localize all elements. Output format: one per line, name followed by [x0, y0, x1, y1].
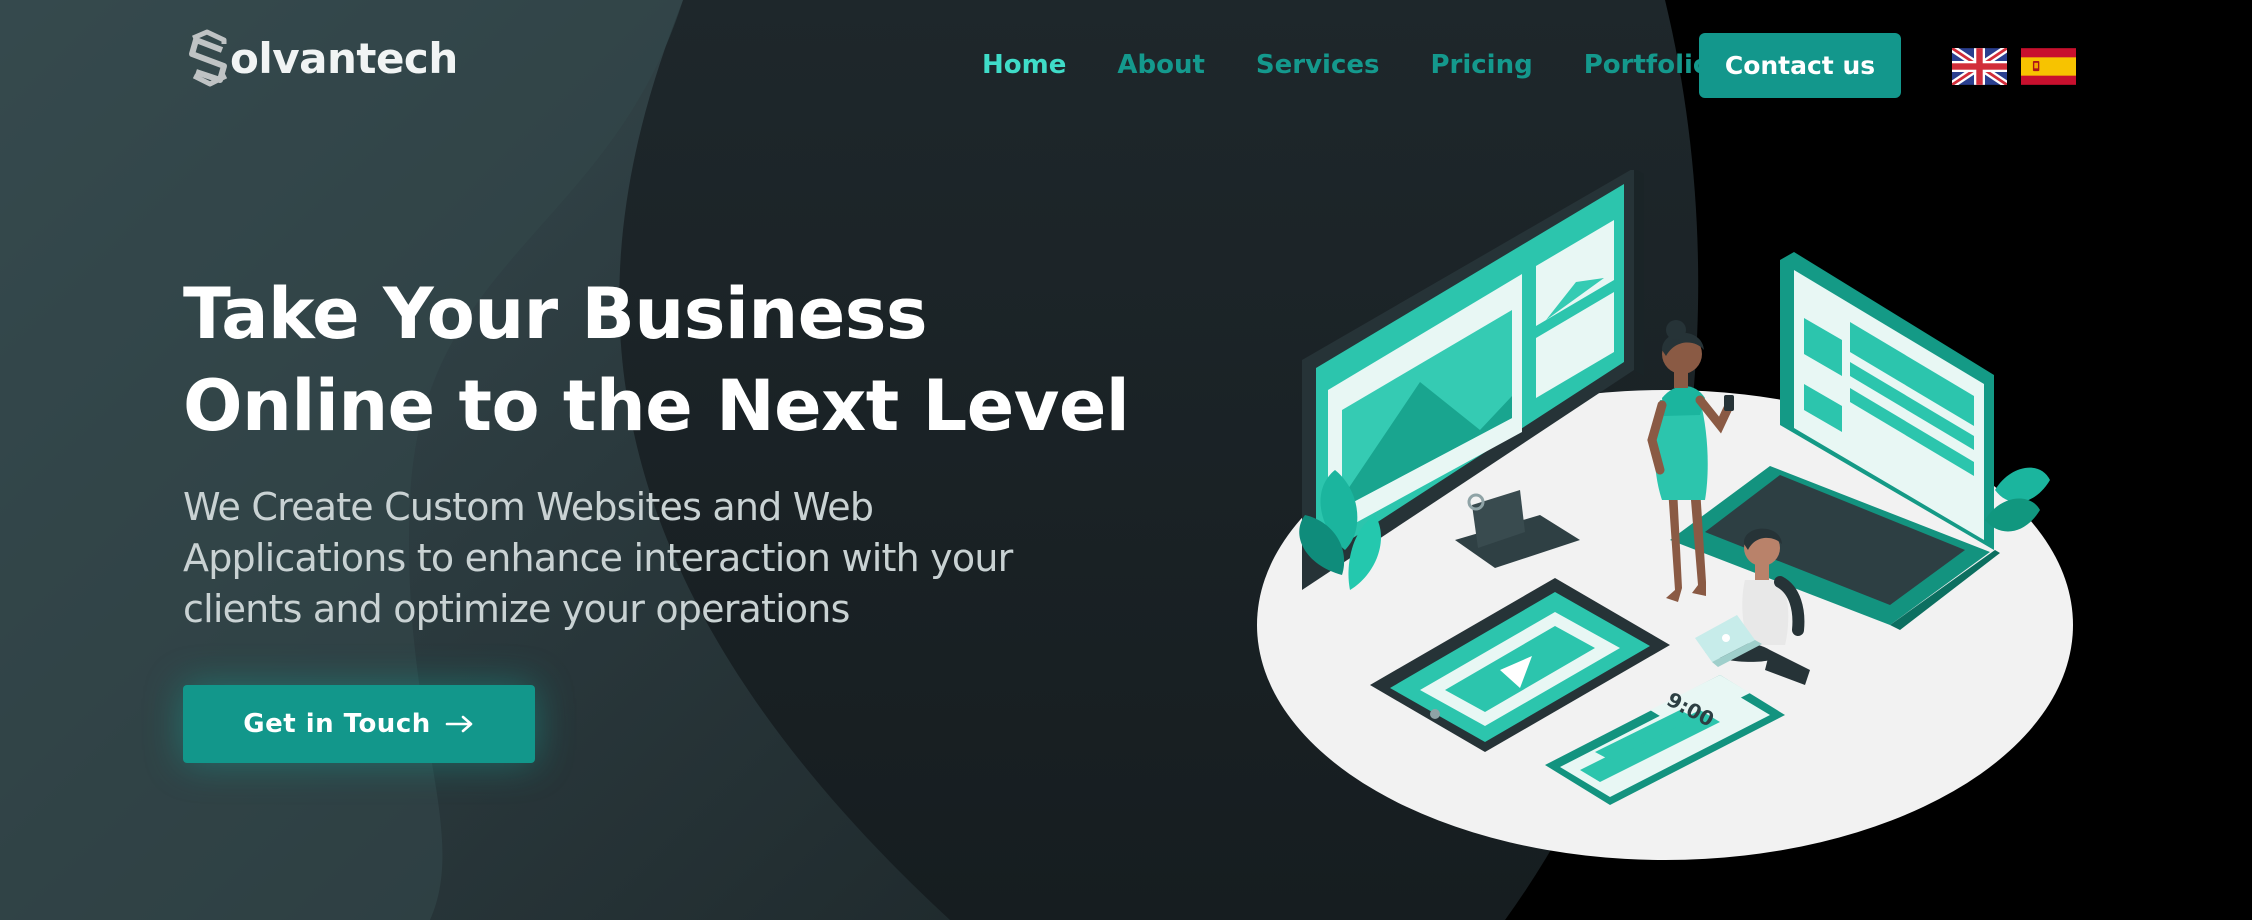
- solvantech-logo-icon: [189, 29, 228, 87]
- nav-home[interactable]: Home: [982, 50, 1066, 80]
- hero-subtitle: We Create Custom Websites and Web Applic…: [183, 482, 1013, 635]
- hero-subtitle-line-3: clients and optimize your operations: [183, 587, 850, 631]
- brand-name: olvantech: [230, 34, 458, 83]
- hero-subtitle-line-1: We Create Custom Websites and Web: [183, 485, 874, 529]
- hero-subtitle-line-2: Applications to enhance interaction with…: [183, 536, 1013, 580]
- get-in-touch-label: Get in Touch: [243, 709, 431, 739]
- nav-services[interactable]: Services: [1256, 50, 1380, 80]
- nav-portfolio[interactable]: Portfolio: [1584, 50, 1711, 80]
- hero-title: Take Your Business Online to the Next Le…: [183, 268, 1130, 452]
- hero-page: olvantech Home About Services Pricing Po…: [0, 0, 2252, 920]
- brand-logo[interactable]: olvantech: [186, 26, 458, 92]
- hero-title-line-1: Take Your Business: [183, 273, 928, 355]
- spain-flag-icon[interactable]: [2021, 48, 2076, 85]
- uk-flag-icon[interactable]: [1952, 48, 2007, 85]
- main-navigation: Home About Services Pricing Portfolio: [982, 30, 1711, 100]
- arrow-right-icon: [445, 715, 473, 733]
- contact-us-button[interactable]: Contact us: [1699, 33, 1901, 98]
- plant-leaf: [1995, 467, 2050, 503]
- hero-illustration: 9:00: [1257, 170, 2073, 860]
- hero-title-line-2: Online to the Next Level: [183, 365, 1130, 447]
- nav-pricing[interactable]: Pricing: [1430, 50, 1532, 80]
- nav-about[interactable]: About: [1117, 50, 1205, 80]
- get-in-touch-button[interactable]: Get in Touch: [183, 685, 535, 763]
